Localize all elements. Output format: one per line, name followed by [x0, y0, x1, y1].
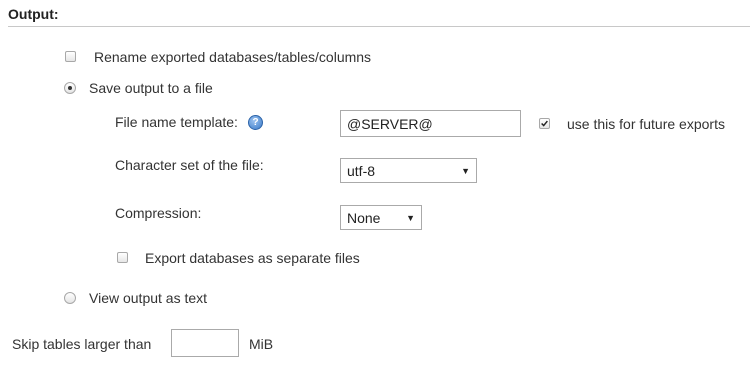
- file-name-template-label: File name template:: [115, 114, 238, 130]
- charset-label: Character set of the file:: [115, 157, 264, 173]
- file-name-template-input[interactable]: [340, 110, 521, 137]
- future-exports-checkbox[interactable]: [539, 118, 550, 129]
- rename-checkbox[interactable]: [65, 51, 76, 62]
- separate-files-label: Export databases as separate files: [145, 250, 360, 266]
- skip-tables-input[interactable]: [171, 329, 239, 357]
- compression-label: Compression:: [115, 205, 202, 221]
- compression-select[interactable]: None ▼: [340, 205, 422, 230]
- charset-select[interactable]: utf-8 ▼: [340, 158, 477, 183]
- help-icon[interactable]: ?: [248, 115, 263, 130]
- charset-value: utf-8: [347, 162, 376, 179]
- chevron-down-icon: ▼: [461, 165, 470, 176]
- view-as-text-label: View output as text: [89, 290, 208, 306]
- section-title: Output:: [8, 6, 59, 22]
- skip-tables-label: Skip tables larger than: [12, 336, 152, 352]
- chevron-down-icon: ▼: [406, 212, 415, 223]
- checkmark-icon: [541, 120, 548, 127]
- future-exports-label: use this for future exports: [567, 116, 725, 132]
- separate-files-checkbox[interactable]: [117, 252, 128, 263]
- save-to-file-label: Save output to a file: [89, 80, 213, 96]
- skip-tables-unit: MiB: [249, 336, 274, 352]
- section-divider: [8, 26, 750, 27]
- view-as-text-radio[interactable]: [64, 292, 76, 304]
- compression-value: None: [347, 209, 381, 226]
- save-to-file-radio[interactable]: [64, 82, 76, 94]
- rename-label: Rename exported databases/tables/columns: [94, 49, 372, 65]
